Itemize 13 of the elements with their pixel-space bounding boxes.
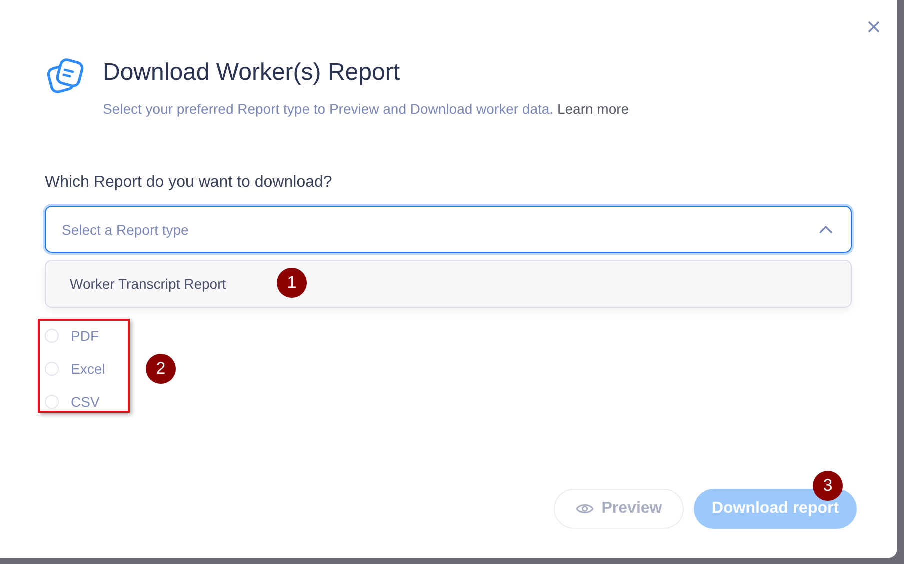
chevron-up-icon (819, 225, 833, 234)
annotation-badge: 3 (813, 471, 843, 501)
dialog-title: Download Worker(s) Report (103, 58, 401, 88)
question-label: Which Report do you want to download? (45, 174, 334, 192)
format-radio[interactable]: Excel (45, 359, 131, 379)
dialog-subtitle: Select your preferred Report type to Preview and Download worker data. Learn more (103, 100, 630, 118)
report-type-select[interactable]: Select a Report type (45, 206, 852, 253)
learn-more-link[interactable]: Learn more (557, 101, 630, 117)
format-radio[interactable]: PDF (45, 326, 131, 346)
format-radio[interactable]: CSV (45, 392, 131, 412)
annotation-badge: 2 (146, 354, 176, 384)
documents-icon (47, 58, 85, 96)
eye-icon (576, 503, 594, 515)
